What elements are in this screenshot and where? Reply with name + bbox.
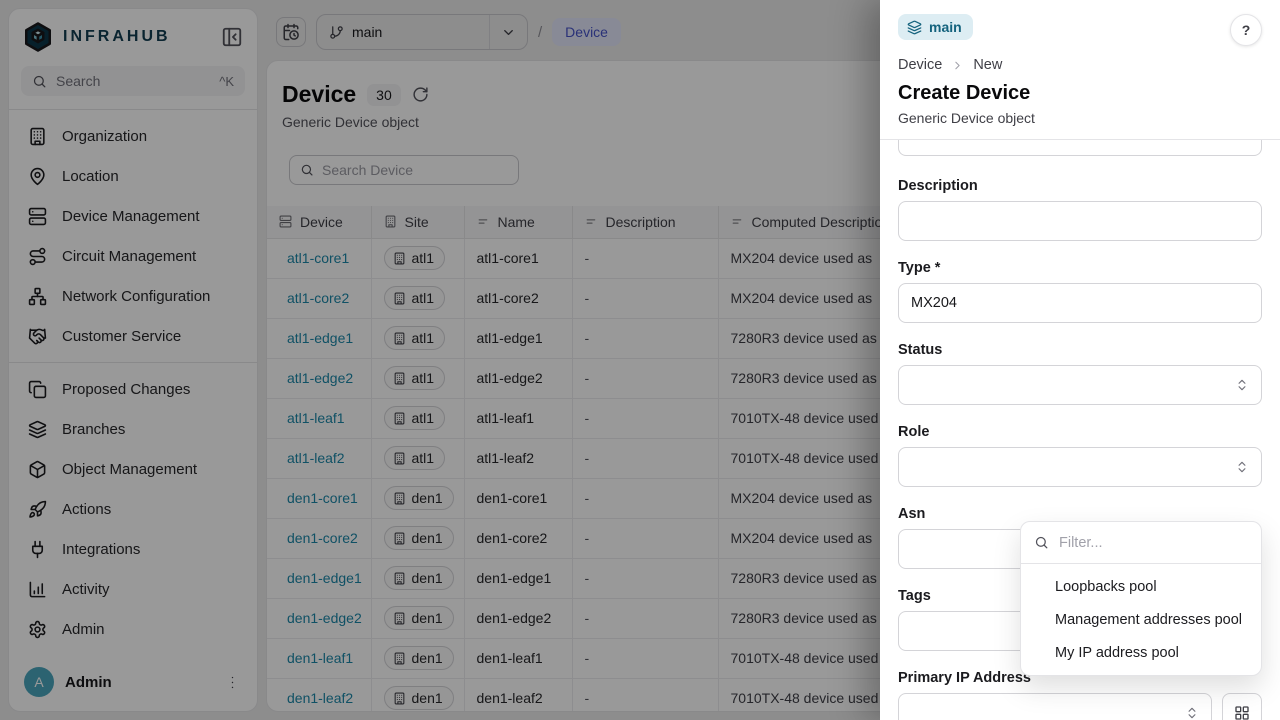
layers-icon	[907, 20, 922, 35]
pool-dropdown: Loopbacks pool Management addresses pool…	[1020, 521, 1262, 676]
type-field: Type *	[898, 260, 1262, 323]
grid-icon	[1234, 705, 1250, 720]
breadcrumb-parent: Device	[898, 57, 942, 73]
description-textarea[interactable]	[898, 201, 1262, 241]
pool-picker-button[interactable]	[1222, 693, 1262, 720]
primary-ip-field: Primary IP Address	[898, 670, 1262, 720]
dropdown-filter[interactable]	[1021, 522, 1261, 564]
panel-title: Create Device	[898, 82, 1262, 105]
search-icon	[1034, 535, 1049, 550]
type-label: Type *	[898, 260, 1262, 276]
create-device-panel: main ? Device New Create Device Generic …	[880, 0, 1280, 720]
role-select[interactable]	[898, 447, 1262, 487]
app-shell: INFRAHUB Search ^K Organization Location	[0, 0, 1280, 720]
chevrons-up-down-icon	[1235, 460, 1249, 474]
help-button[interactable]: ?	[1230, 14, 1262, 46]
panel-subtitle: Generic Device object	[898, 110, 1262, 126]
dropdown-options: Loopbacks pool Management addresses pool…	[1021, 564, 1261, 675]
chevrons-up-down-icon	[1235, 378, 1249, 392]
dropdown-filter-input[interactable]	[1059, 535, 1248, 551]
primary-ip-select[interactable]	[898, 693, 1212, 720]
description-label: Description	[898, 178, 1262, 194]
asn-label: Asn	[898, 506, 1262, 522]
role-label: Role	[898, 424, 1262, 440]
clipped-input[interactable]	[898, 140, 1262, 156]
description-field: Description	[898, 178, 1262, 241]
dropdown-option[interactable]: Management addresses pool	[1027, 603, 1255, 636]
chevron-right-icon	[951, 59, 964, 72]
dropdown-option[interactable]: Loopbacks pool	[1027, 570, 1255, 603]
panel-breadcrumb: Device New	[898, 57, 1262, 73]
dropdown-option[interactable]: My IP address pool	[1027, 636, 1255, 669]
type-input[interactable]	[898, 283, 1262, 323]
panel-header: main ? Device New Create Device Generic …	[880, 0, 1280, 140]
status-field: Status	[898, 342, 1262, 405]
status-label: Status	[898, 342, 1262, 358]
branch-badge: main	[898, 14, 973, 40]
chevrons-up-down-icon	[1185, 706, 1199, 720]
status-select[interactable]	[898, 365, 1262, 405]
breadcrumb-current: New	[973, 57, 1002, 73]
role-field: Role	[898, 424, 1262, 487]
